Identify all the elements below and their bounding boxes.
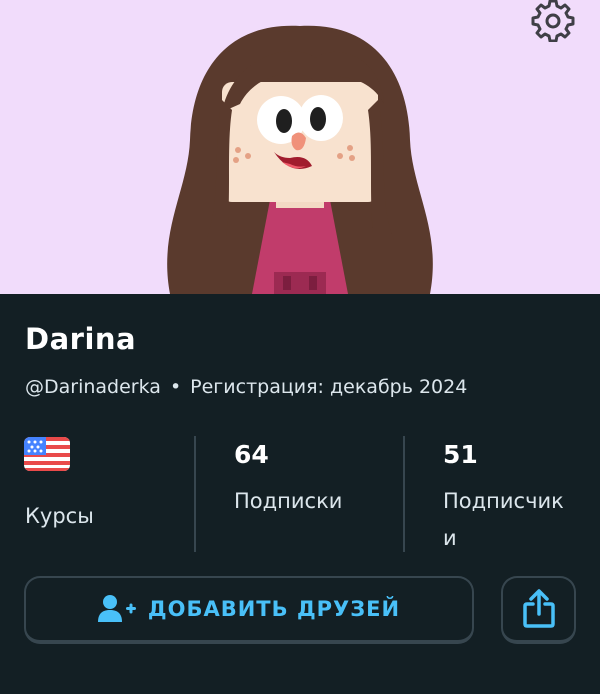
share-button[interactable] (501, 576, 576, 644)
profile-info: Darina @Darinaderka • Регистрация: декабрь… (0, 294, 600, 694)
avatar (167, 25, 433, 294)
add-user-icon (97, 595, 136, 622)
followers-label[interactable]: Подписчик и (443, 483, 564, 557)
settings-button[interactable] (530, 0, 576, 43)
course-flag-button[interactable] (24, 437, 70, 475)
profile-subline: @Darinaderka • Регистрация: декабрь 2024 (25, 376, 467, 398)
followers-label-line2: и (443, 526, 457, 550)
stats-divider (194, 436, 196, 552)
display-name: Darina (25, 322, 137, 356)
gear-icon (531, 0, 575, 43)
username: @Darinaderka (25, 376, 161, 398)
add-friends-button[interactable]: ДОБАВИТЬ ДРУЗЕЙ (24, 576, 474, 644)
add-friends-label: ДОБАВИТЬ ДРУЗЕЙ (147, 597, 401, 621)
profile-hero (0, 0, 600, 294)
separator-dot: • (169, 376, 182, 398)
us-flag-icon (24, 437, 70, 471)
joined-date: Регистрация: декабрь 2024 (190, 376, 468, 398)
following-count[interactable]: 64 (234, 440, 269, 469)
followers-label-line1: Подписчик (443, 489, 564, 513)
followers-count[interactable]: 51 (443, 440, 478, 469)
following-label[interactable]: Подписки (234, 483, 342, 520)
stats-divider (403, 436, 405, 552)
courses-label: Курсы (25, 504, 94, 528)
share-icon (522, 589, 555, 628)
